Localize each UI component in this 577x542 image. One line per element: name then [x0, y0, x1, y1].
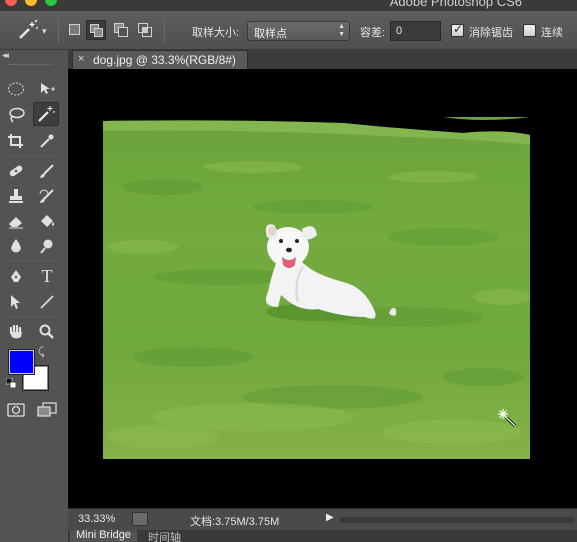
- magic-wand-cursor-icon: [498, 409, 517, 428]
- toolbox: ◂◂ T ⤹: [0, 50, 68, 542]
- title-bar: Adobe Photoshop CS6: [0, 0, 577, 11]
- clone-stamp-tool[interactable]: [3, 184, 29, 208]
- tolerance-input[interactable]: 0: [390, 21, 441, 41]
- anti-alias-label: 消除锯齿: [469, 27, 513, 39]
- paint-bucket-icon: [41, 215, 54, 227]
- hand-icon: [9, 324, 22, 339]
- dog-photo[interactable]: [103, 117, 530, 459]
- crop-icon: [8, 134, 23, 148]
- quick-mask-icon: [7, 403, 25, 417]
- pen-tool[interactable]: [3, 264, 29, 288]
- brush-icon: [40, 164, 54, 178]
- zoom-icon: [39, 324, 54, 339]
- move-tool[interactable]: [34, 77, 60, 101]
- toolbox-grip[interactable]: [8, 64, 52, 67]
- status-bar: 33.33% 文档:3.75M/3.75M ▶: [68, 508, 577, 530]
- type-tool[interactable]: T: [34, 264, 60, 288]
- canvas-area[interactable]: [68, 69, 577, 508]
- path-selection-tool[interactable]: [3, 290, 29, 314]
- close-tab-icon[interactable]: ×: [78, 53, 84, 65]
- window-close-button[interactable]: [5, 0, 17, 6]
- path-selection-icon: [11, 295, 20, 309]
- lasso-tool[interactable]: [3, 103, 29, 127]
- eyedropper-tool[interactable]: [34, 129, 60, 153]
- history-brush-icon: [39, 189, 54, 203]
- swap-colors-icon[interactable]: ⤹: [38, 346, 45, 359]
- spot-healing-brush-tool[interactable]: [3, 159, 29, 183]
- pen-icon: [11, 270, 21, 282]
- window-minimize-button[interactable]: [25, 0, 37, 6]
- contiguous-label: 连续: [541, 27, 563, 39]
- sample-size-label: 取样大小:: [192, 27, 240, 39]
- magic-wand-icon: [38, 106, 55, 122]
- document-size-info: 文档:3.75M/3.75M: [190, 516, 280, 528]
- tool-preset-caret-icon[interactable]: ▾: [42, 26, 47, 37]
- toolbox-divider: [4, 156, 60, 157]
- tolerance-label: 容差:: [360, 27, 386, 39]
- default-colors-icon[interactable]: [5, 377, 17, 389]
- sample-size-select[interactable]: 取样点 ▲ ▼: [247, 21, 350, 41]
- options-divider: [58, 19, 59, 43]
- line-icon: [40, 295, 54, 309]
- line-tool[interactable]: [34, 290, 60, 314]
- subtract-from-selection-icon[interactable]: [114, 23, 128, 37]
- bandage-icon: [9, 165, 23, 177]
- tab-mini-bridge[interactable]: Mini Bridge: [70, 530, 138, 542]
- document-tab-title: dog.jpg @ 33.3%(RGB/8#): [93, 53, 236, 67]
- stamp-icon: [9, 189, 23, 203]
- quick-mask-button[interactable]: [3, 398, 29, 422]
- collapse-panel-icon[interactable]: ◂◂: [2, 50, 9, 61]
- contiguous-checkbox[interactable]: [523, 24, 536, 37]
- history-brush-tool[interactable]: [34, 184, 60, 208]
- status-info-icon[interactable]: [132, 512, 148, 526]
- eraser-icon: [9, 217, 23, 229]
- magic-wand-tool-preset-icon[interactable]: [14, 19, 40, 42]
- eraser-tool[interactable]: [3, 209, 29, 233]
- options-bar: ▾ 取样大小: 取样点 ▲ ▼ 容差: 0 ✓ 消除锯齿 连续: [0, 11, 577, 50]
- app-title: Adobe Photoshop CS6: [389, 0, 522, 9]
- horizontal-scrollbar[interactable]: [340, 517, 575, 523]
- blur-tool[interactable]: [3, 234, 29, 258]
- zoom-level-field[interactable]: 33.33%: [78, 513, 115, 525]
- intersect-selection-icon[interactable]: [138, 23, 152, 37]
- sample-size-value: 取样点: [254, 28, 287, 40]
- document-tab-bar: × dog.jpg @ 33.3%(RGB/8#): [68, 50, 577, 69]
- add-to-selection-icon[interactable]: [86, 20, 106, 40]
- new-selection-icon[interactable]: [68, 23, 82, 37]
- toolbox-divider: [4, 261, 60, 262]
- move-icon: [41, 83, 55, 94]
- toolbox-divider: [4, 317, 60, 318]
- dodge-icon: [40, 239, 53, 254]
- type-icon: T: [41, 265, 53, 286]
- lasso-icon: [9, 107, 25, 123]
- dodge-tool[interactable]: [34, 234, 60, 258]
- foreground-color-swatch[interactable]: [8, 349, 35, 375]
- brush-tool[interactable]: [34, 159, 60, 183]
- screen-mode-icon: [37, 402, 57, 417]
- hand-tool[interactable]: [3, 320, 29, 344]
- marquee-icon: [8, 82, 24, 96]
- droplet-icon: [11, 239, 21, 253]
- crop-tool[interactable]: [3, 129, 29, 153]
- bottom-panel-tabs: Mini Bridge 时间轴: [68, 530, 577, 542]
- rectangular-marquee-tool[interactable]: [3, 77, 29, 101]
- eyedropper-icon: [40, 134, 54, 148]
- options-divider: [164, 19, 165, 43]
- select-arrows-icon: ▲ ▼: [338, 23, 345, 38]
- document-tab[interactable]: × dog.jpg @ 33.3%(RGB/8#): [72, 50, 248, 69]
- magic-wand-tool[interactable]: [33, 102, 59, 126]
- zoom-tool[interactable]: [34, 320, 60, 344]
- paint-bucket-tool[interactable]: [34, 209, 60, 233]
- status-menu-arrow-icon[interactable]: ▶: [326, 512, 334, 523]
- checkmark-icon: ✓: [453, 22, 464, 36]
- screen-mode-button[interactable]: [34, 398, 60, 422]
- anti-alias-checkbox[interactable]: ✓: [451, 22, 464, 37]
- tab-timeline[interactable]: 时间轴: [142, 530, 187, 542]
- window-zoom-button[interactable]: [45, 0, 57, 6]
